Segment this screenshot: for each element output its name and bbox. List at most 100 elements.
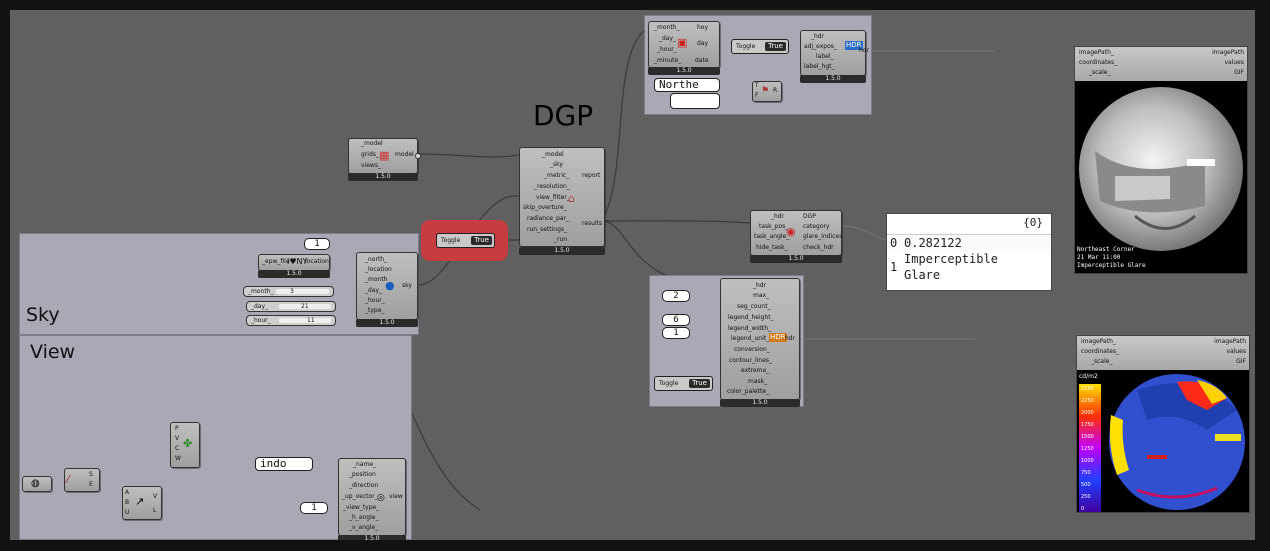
sky-component[interactable]: _north_ _location _month _day_ _hour_ _t… [356, 252, 418, 320]
label-toggle-value[interactable]: True [765, 42, 786, 51]
vector-component[interactable]: A B U ↗ V L [122, 486, 162, 520]
output-l: L [153, 507, 157, 514]
plane-icon: ✤ [183, 437, 193, 450]
label-toggle[interactable]: Toggle True [731, 39, 789, 54]
legend-tick-label: 2000 [1081, 410, 1094, 416]
sky-globe-icon: ● [385, 279, 395, 292]
output-model: model [395, 151, 414, 158]
day-slider-track[interactable]: 21 [279, 303, 331, 310]
datetime-version: 1.5.0 [648, 67, 720, 75]
input-v-angle: _v_angle_ [349, 524, 379, 531]
view-name-input[interactable]: indo [255, 457, 313, 471]
camera-icon: ◎ [377, 493, 385, 503]
output-s: S [89, 471, 93, 478]
day-slider[interactable]: _day_ 21 [246, 301, 336, 312]
day-slider-value: 21 [301, 303, 309, 310]
input-hour: _hour_ [365, 297, 385, 304]
legend-tick-label: 2250 [1081, 398, 1094, 404]
input-position: _position [349, 471, 376, 478]
iv2-input-scale: _scale_ [1091, 358, 1113, 365]
input-day: _day_ [365, 287, 383, 294]
legend-tick-label: 250 [1081, 494, 1091, 500]
adjust-exposure-component[interactable]: _hdr adj_expos_ label_ label_hgt_ HDR hd… [800, 30, 870, 76]
legend-tick-label: 1250 [1081, 446, 1094, 452]
output-view: view [389, 493, 403, 500]
output-date: date [695, 57, 709, 64]
output-p: P [175, 425, 179, 432]
recipe-version: 1.5.0 [519, 247, 605, 255]
fisheye-render: Northeast Corner 21 Mar 11:00 Impercepti… [1077, 87, 1243, 269]
iv2-output-values: values [1226, 348, 1246, 355]
input-grids: grids_ [361, 151, 379, 158]
legend-tick-label: 0 [1081, 506, 1084, 512]
month-slider-value: 3 [290, 288, 294, 295]
empty-text-input[interactable] [670, 93, 720, 109]
north-number[interactable]: 1 [304, 238, 330, 250]
falsecolor-image: cd/m2 2250 2250 2000 1750 1500 1250 1000 750 500… [1077, 370, 1249, 512]
run-toggle-value[interactable]: True [471, 236, 492, 245]
input-hide-task: hide_task_ [756, 244, 788, 251]
deconstruct-plane-component[interactable]: P V C W ✤ [170, 422, 200, 468]
falsecolor-toggle[interactable]: Toggle True [654, 376, 713, 391]
dgp-title: DGP [533, 99, 594, 132]
result-row-0-text: 0.282122 [904, 236, 962, 250]
legend-tick-label: 1750 [1081, 422, 1094, 428]
falsecolor-component[interactable]: _hdr max_ seg_count_ legend_height_ lege… [720, 278, 800, 400]
caption-line-1: Northeast Corner [1077, 246, 1135, 253]
result-panel[interactable]: {0} 0 0.282122 1 Imperceptible Glare [886, 213, 1052, 291]
input-h-angle: _h_angle_ [349, 514, 379, 521]
view-type-number[interactable]: 1 [300, 502, 328, 514]
output-w: W [175, 455, 181, 462]
hour-slider-label: _hour_ [251, 317, 271, 324]
max-number[interactable]: 2 [662, 290, 690, 302]
geometry-icon: ◍ [31, 478, 40, 489]
geometry-param[interactable]: ◍ [22, 476, 52, 492]
run-toggle[interactable]: Toggle True [436, 233, 495, 248]
image-viewer-luminance[interactable]: imagePath_ coordinates_ _scale_ imagePat… [1074, 46, 1248, 274]
input-task-angle: task_angle_ [754, 233, 790, 240]
falsecolor-version: 1.5.0 [720, 399, 800, 407]
output-results: results [582, 220, 603, 227]
iv1-output-gif: GIF [1234, 69, 1244, 76]
legend-tick-label: 1000 [1081, 458, 1094, 464]
sky-version: 1.5.0 [356, 319, 418, 327]
result-row-0-index: 0 [890, 236, 898, 250]
legend-tick-label: 500 [1081, 482, 1091, 488]
image-viewer-2-header: imagePath_ coordinates_ _scale_ imagePat… [1077, 336, 1249, 370]
month-slider-track[interactable]: 3 [276, 288, 329, 295]
output-hdr: hdr [859, 47, 870, 54]
legend-width-number[interactable]: 1 [662, 327, 690, 339]
output-glare-indices: glare_indices [803, 233, 843, 240]
recipe-component[interactable]: _model _sky _metric_ _resolution_ view_f… [519, 147, 605, 247]
vector-icon: ↗ [135, 495, 145, 508]
grasshopper-canvas[interactable]: Sky View DGP _model grids_ views_ ▦ mode… [10, 10, 1255, 540]
hour-slider[interactable]: _hour_ 11 [246, 315, 336, 326]
location-version: 1.5.0 [258, 270, 330, 278]
model-component[interactable]: _model grids_ views_ ▦ model [348, 138, 421, 174]
month-slider[interactable]: _month_ 3 [243, 286, 334, 297]
legend-tick-label: 2250 [1081, 386, 1094, 392]
input-a: A [125, 489, 130, 496]
result-row-1-text: Imperceptible Glare [904, 252, 998, 282]
input-extrema: extrema_ [741, 367, 770, 374]
model-output-pin[interactable] [415, 153, 421, 159]
location-component[interactable]: _epw_file I♥NY location [258, 254, 330, 271]
endpoints-component[interactable]: ⁄ S E [64, 468, 100, 492]
view-component[interactable]: _name_ _position _direction _up_vector_ … [338, 458, 406, 536]
result-panel-header: {0} [1023, 216, 1043, 229]
input-color-palette: color_palette_ [727, 388, 770, 395]
legend-tick-label: 1500 [1081, 434, 1094, 440]
image-viewer-falsecolor[interactable]: imagePath_ coordinates_ _scale_ imagePat… [1076, 335, 1250, 513]
hour-slider-track[interactable]: 11 [279, 318, 331, 324]
label-text-input[interactable]: Northe [654, 78, 720, 92]
pick-component[interactable]: T F ⚑ R [752, 81, 782, 102]
input-legend-width: legend_width_ [728, 325, 772, 332]
datetime-component[interactable]: _month_ _day_ _hour_ _minute_ ▣ hoy day … [648, 21, 720, 68]
glare-eye-icon: ◉ [786, 225, 796, 238]
falsecolor-toggle-value[interactable]: True [689, 379, 710, 388]
input-north: _north_ [365, 256, 388, 263]
input-day: _day_ [659, 35, 677, 42]
glare-component[interactable]: _hdr task_pos_ task_angle_ hide_task_ ◉ … [750, 210, 842, 256]
input-name: _name_ [353, 461, 377, 468]
legend-height-number[interactable]: 6 [662, 314, 690, 326]
